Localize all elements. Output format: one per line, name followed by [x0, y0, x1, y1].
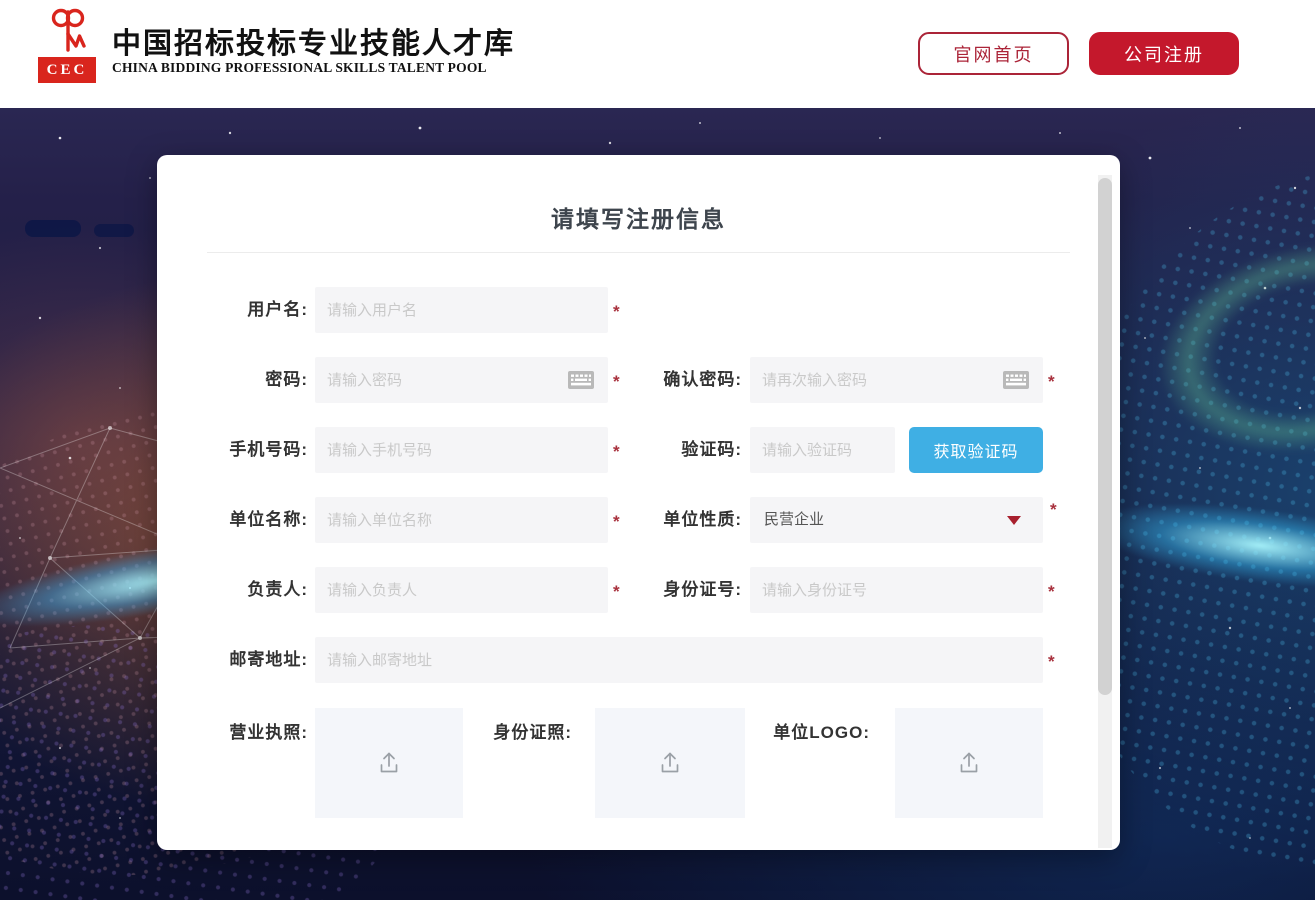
business-license-label: 营业执照:: [157, 718, 308, 743]
site-title-english: CHINA BIDDING PROFESSIONAL SKILLS TALENT…: [112, 60, 487, 76]
page: CEC 中国招标投标专业技能人才库 CHINA BIDDING PROFESSI…: [0, 0, 1315, 900]
mailing-address-row: 邮寄地址: *: [157, 637, 1120, 683]
username-label: 用户名:: [157, 287, 308, 333]
password-input[interactable]: [315, 357, 608, 403]
id-number-required-asterisk: *: [1048, 567, 1055, 613]
password-row: 密码: * 确认密码:: [157, 357, 1120, 403]
captcha-label: 验证码:: [597, 427, 742, 473]
site-title-chinese: 中国招标投标专业技能人才库: [112, 20, 515, 62]
upload-icon: [375, 749, 403, 777]
company-name-input[interactable]: [315, 497, 608, 543]
caret-down-icon: [1007, 516, 1021, 525]
company-name-label: 单位名称:: [157, 497, 308, 543]
id-number-label: 身份证号:: [597, 567, 742, 613]
phone-captcha-row: 手机号码: * 验证码: 获取验证码: [157, 427, 1120, 473]
company-register-button[interactable]: 公司注册: [1089, 32, 1239, 75]
mailing-address-input[interactable]: [315, 637, 1043, 683]
dark-slot-decoration: [94, 224, 134, 237]
username-input[interactable]: [315, 287, 608, 333]
mailing-address-label: 邮寄地址:: [157, 637, 308, 683]
company-type-required-asterisk: *: [1050, 485, 1057, 531]
mailing-address-required-asterisk: *: [1048, 637, 1055, 683]
company-logo-label: 单位LOGO:: [715, 718, 870, 743]
site-header: CEC 中国招标投标专业技能人才库 CHINA BIDDING PROFESSI…: [0, 0, 1315, 108]
username-required-asterisk: *: [613, 287, 620, 333]
phone-label: 手机号码:: [157, 427, 308, 473]
title-divider: [207, 252, 1070, 253]
company-row: 单位名称: * 单位性质: 民营企业 *: [157, 497, 1120, 543]
company-type-selected-value: 民营企业: [764, 497, 824, 543]
upload-icon: [656, 749, 684, 777]
dark-slot-decoration: [25, 220, 81, 237]
confirm-password-required-asterisk: *: [1048, 357, 1055, 403]
registration-card: 请填写注册信息 用户名: * 密码: *: [157, 155, 1120, 850]
form-title: 请填写注册信息: [157, 200, 1120, 234]
company-logo-upload[interactable]: [895, 708, 1043, 818]
upload-icon: [955, 749, 983, 777]
username-row: 用户名: *: [157, 287, 1120, 333]
id-number-input[interactable]: [750, 567, 1043, 613]
principal-row: 负责人: * 身份证号: *: [157, 567, 1120, 613]
password-label: 密码:: [157, 357, 308, 403]
confirm-password-input[interactable]: [750, 357, 1043, 403]
uploads-row: 营业执照: 身份证照: 单位LOGO:: [157, 708, 1120, 818]
confirm-password-label: 确认密码:: [597, 357, 742, 403]
principal-label: 负责人:: [157, 567, 308, 613]
get-captcha-button[interactable]: 获取验证码: [909, 427, 1043, 473]
captcha-input[interactable]: [750, 427, 895, 473]
cec-key-logo-icon: [42, 6, 94, 56]
principal-input[interactable]: [315, 567, 608, 613]
scrollbar-thumb[interactable]: [1098, 178, 1112, 695]
id-photo-label: 身份证照:: [417, 718, 572, 743]
official-home-button[interactable]: 官网首页: [918, 32, 1069, 75]
phone-input[interactable]: [315, 427, 608, 473]
company-type-select[interactable]: 民营企业: [750, 497, 1043, 543]
company-type-label: 单位性质:: [597, 497, 742, 543]
logo-cec-badge: CEC: [38, 57, 96, 83]
